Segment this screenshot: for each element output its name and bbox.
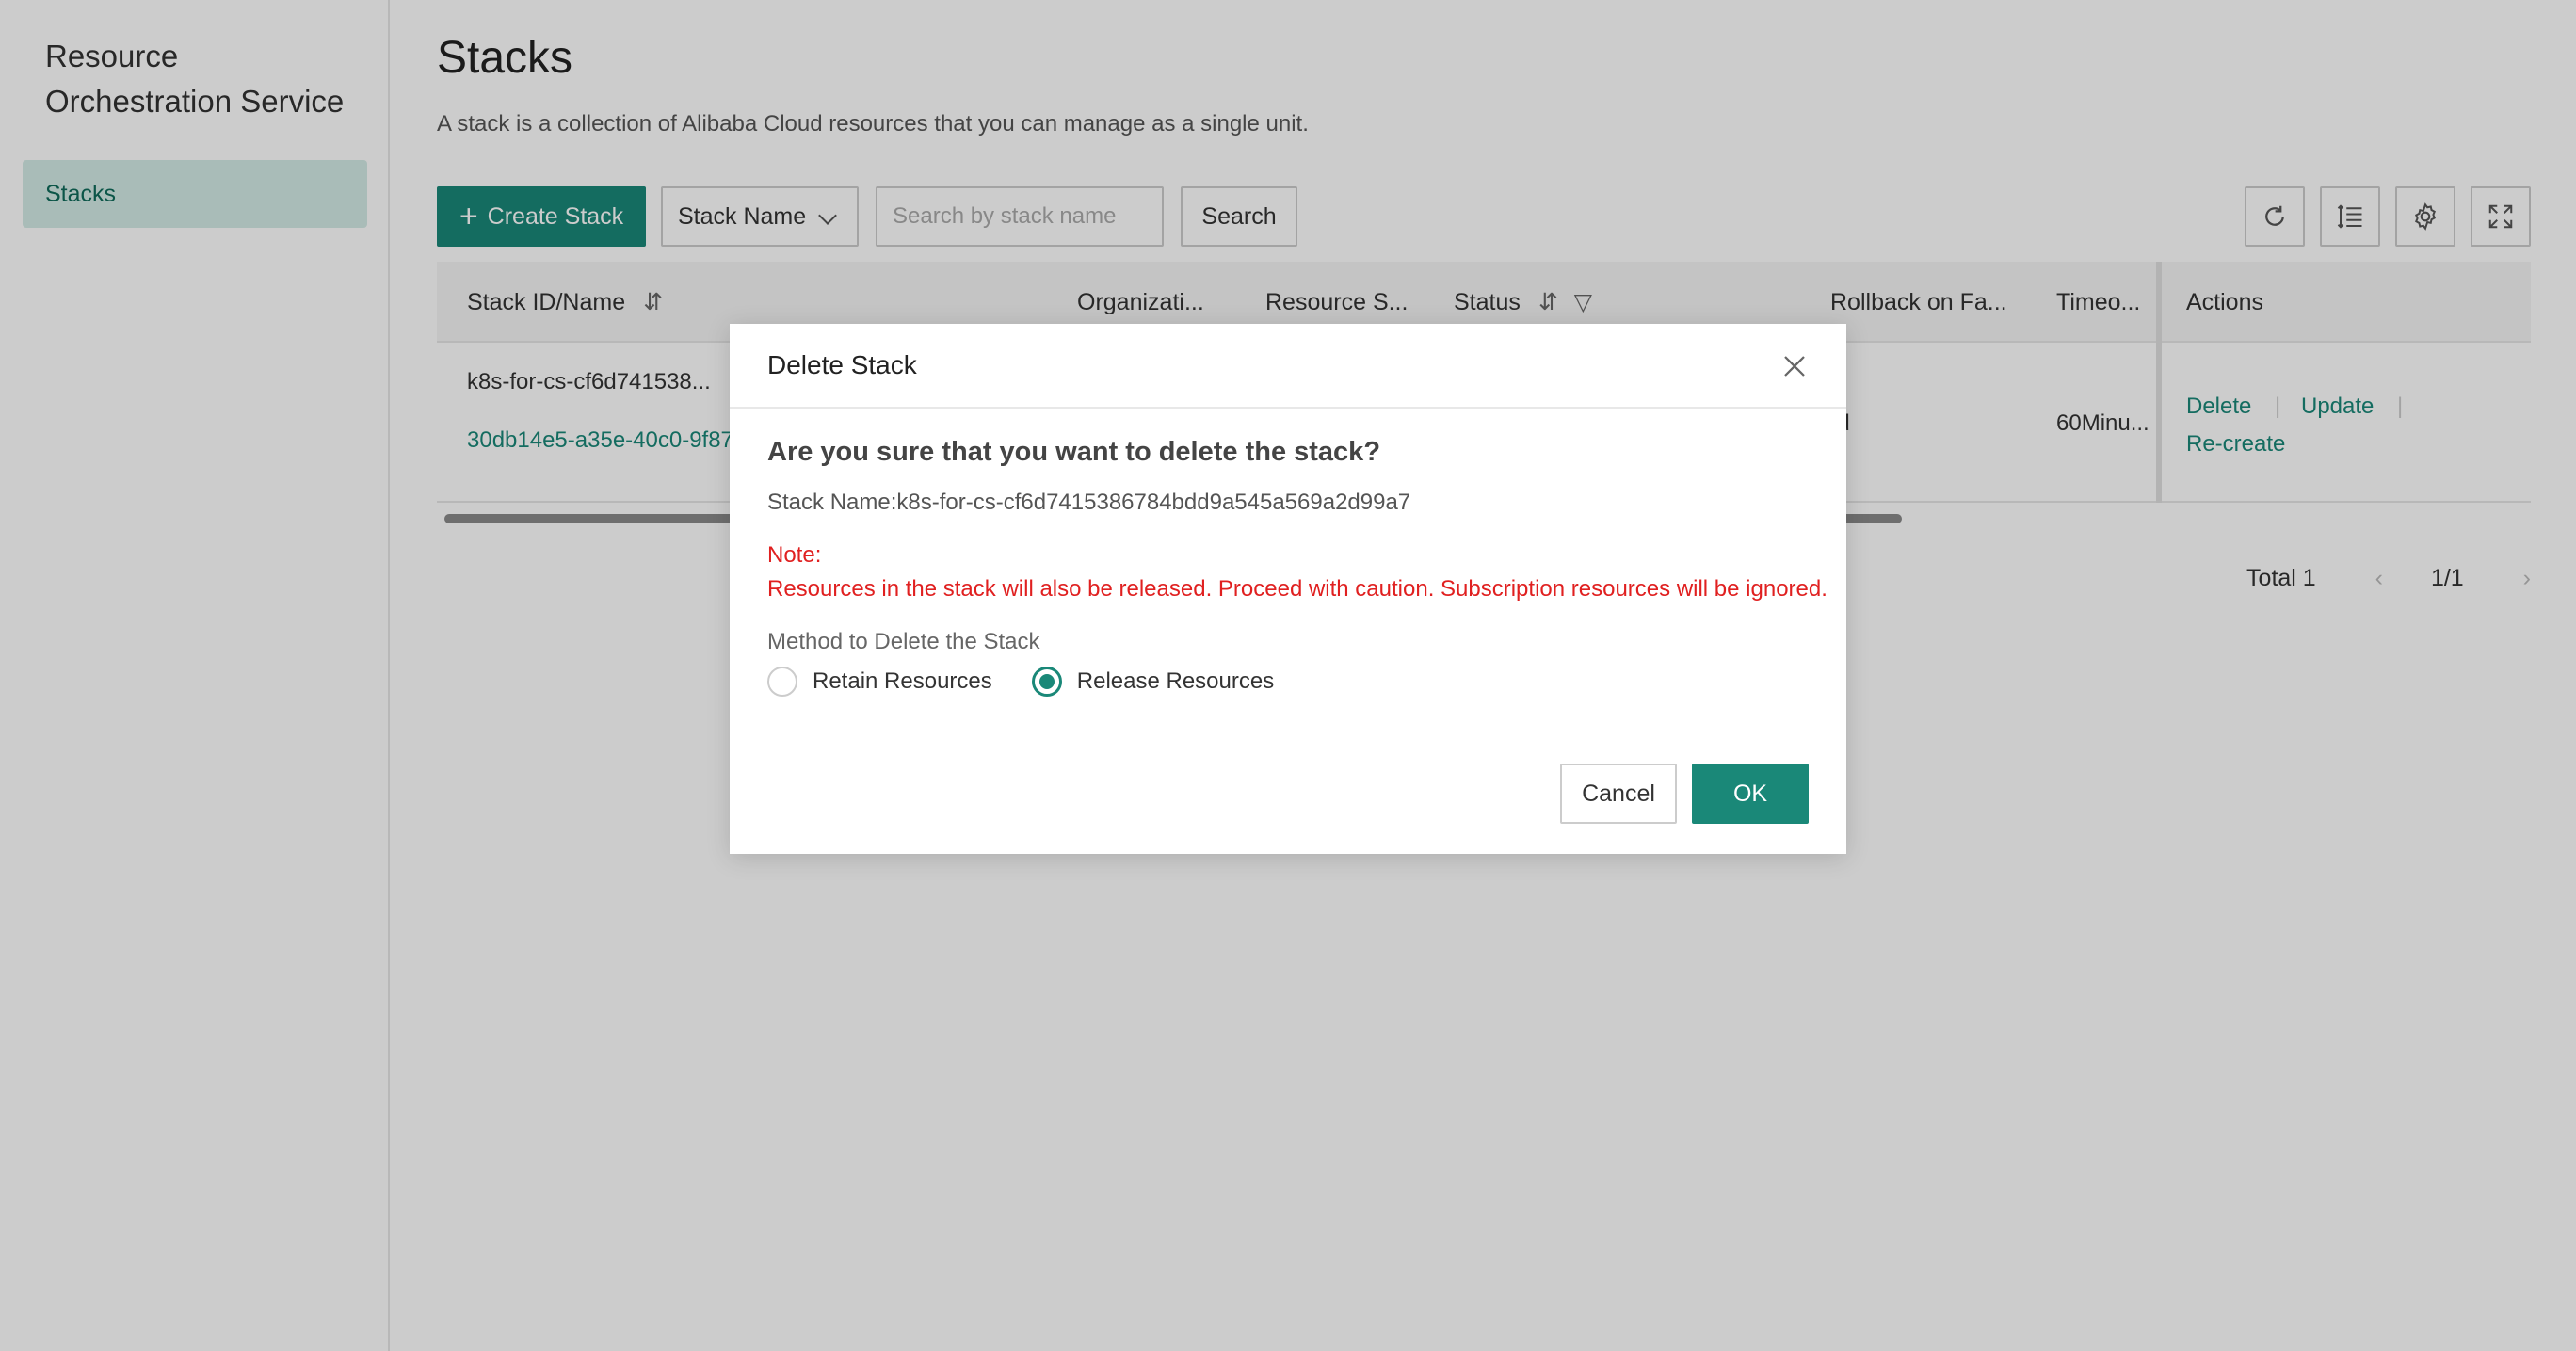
confirm-question: Are you sure that you want to delete the… (767, 437, 1381, 467)
dialog-header: Delete Stack (730, 324, 1846, 409)
delete-method-radio-group: Retain Resources Release Resources (767, 665, 1274, 699)
retain-resources-label[interactable]: Retain Resources (813, 668, 992, 695)
stack-name-text: Stack Name:k8s-for-cs-cf6d7415386784bdd9… (767, 490, 1411, 515)
release-resources-radio[interactable] (1031, 667, 1062, 697)
note-label: Note: (767, 542, 822, 568)
delete-stack-dialog: Delete Stack Are you sure that you want … (730, 324, 1846, 854)
cancel-button[interactable]: Cancel (1560, 764, 1677, 824)
dialog-title: Delete Stack (767, 350, 917, 379)
retain-resources-radio[interactable] (767, 667, 797, 697)
delete-method-label: Method to Delete the Stack (767, 629, 1040, 654)
close-icon[interactable] (1780, 352, 1809, 380)
note-text: Resources in the stack will also be rele… (767, 576, 1827, 602)
release-resources-label[interactable]: Release Resources (1077, 668, 1274, 695)
ok-button[interactable]: OK (1692, 764, 1809, 824)
